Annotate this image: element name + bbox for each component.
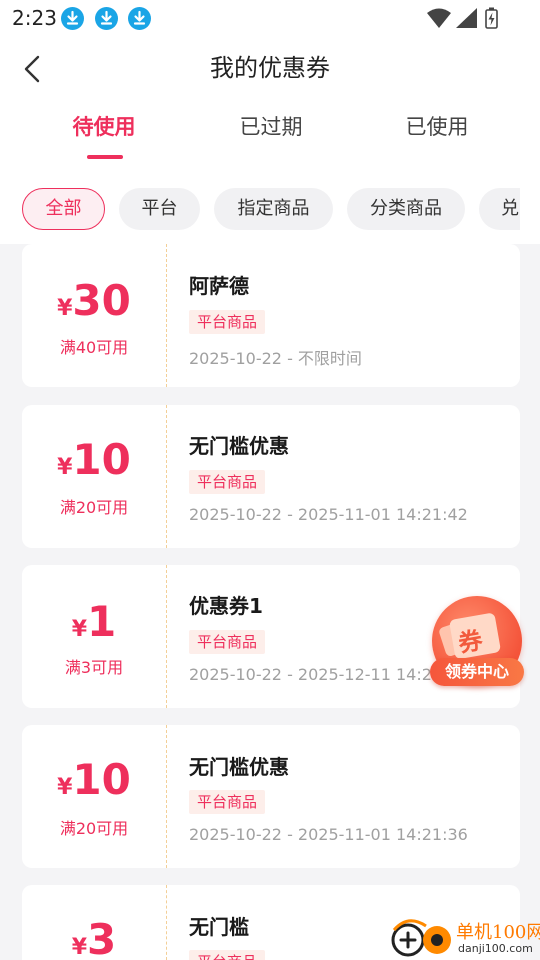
coupon-center-button[interactable]: 券 领券中心 bbox=[428, 596, 526, 692]
tab-used[interactable]: 已使用 bbox=[367, 112, 507, 142]
coupon-amount: ¥30 bbox=[22, 276, 166, 325]
coupon-card[interactable]: ¥10 满20可用 无门槛优惠 平台商品 2025-10-22 - 2025-1… bbox=[22, 405, 520, 548]
coupon-condition: 满3可用 bbox=[64, 658, 124, 677]
filter-chip-all[interactable]: 全部 bbox=[22, 188, 105, 230]
coupon-name: 无门槛 bbox=[189, 915, 249, 939]
dashed-divider bbox=[166, 565, 167, 708]
coupon-validity: 2025-10-22 - 2025-11-01 14:21:36 bbox=[189, 825, 468, 844]
coupon-amount: ¥10 bbox=[22, 755, 166, 804]
coupon-tag: 平台商品 bbox=[189, 470, 266, 494]
coupon-card[interactable]: ¥30 满40可用 阿萨德 平台商品 2025-10-22 - 不限时间 bbox=[22, 244, 520, 387]
battery-icon bbox=[485, 7, 498, 29]
dashed-divider bbox=[166, 244, 167, 387]
status-time: 2:23 bbox=[12, 6, 57, 30]
coupon-center-label: 领券中心 bbox=[430, 658, 524, 686]
coupon-name: 优惠券1 bbox=[189, 594, 263, 618]
coupon-amount-area: ¥10 满20可用 bbox=[22, 725, 166, 868]
coupon-validity: 2025-10-22 - 不限时间 bbox=[189, 349, 362, 368]
coupon-amount-area: ¥10 满20可用 bbox=[22, 405, 166, 548]
coupon-validity: 2025-10-22 - 2025-11-01 14:21:42 bbox=[189, 505, 468, 524]
download-icon bbox=[61, 7, 84, 30]
coupon-condition: 满20可用 bbox=[59, 498, 129, 517]
coupon-amount-area: ¥1 满3可用 bbox=[22, 565, 166, 708]
download-icon bbox=[128, 7, 151, 30]
active-tab-indicator bbox=[87, 155, 123, 159]
amount-value: 3 bbox=[87, 915, 117, 960]
wifi-icon bbox=[427, 8, 451, 28]
coupon-amount-area: ¥30 满40可用 bbox=[22, 244, 166, 387]
coupon-amount: ¥10 bbox=[22, 435, 166, 484]
coupon-tag: 平台商品 bbox=[189, 310, 266, 334]
coupon-amount: ¥3 bbox=[22, 915, 166, 960]
watermark-title: 单机100网 bbox=[456, 922, 540, 943]
tab-pending[interactable]: 待使用 bbox=[34, 112, 174, 142]
tab-expired[interactable]: 已过期 bbox=[201, 112, 341, 142]
coupon-card[interactable]: ¥10 满20可用 无门槛优惠 平台商品 2025-10-22 - 2025-1… bbox=[22, 725, 520, 868]
dashed-divider bbox=[166, 725, 167, 868]
currency-symbol: ¥ bbox=[57, 775, 73, 800]
currency-symbol: ¥ bbox=[57, 455, 73, 480]
coupon-tag: 平台商品 bbox=[189, 790, 266, 814]
currency-symbol: ¥ bbox=[71, 935, 88, 960]
coupon-condition: 满40可用 bbox=[59, 338, 129, 357]
signal-icon bbox=[456, 8, 477, 28]
watermark: 单机100网 danji100.com bbox=[390, 914, 540, 960]
coupon-name: 阿萨德 bbox=[189, 274, 249, 298]
amount-value: 1 bbox=[87, 597, 117, 646]
amount-value: 10 bbox=[72, 755, 131, 804]
status-bar: 2:23 bbox=[0, 0, 540, 36]
coupon-tag: 平台商品 bbox=[189, 950, 266, 960]
download-icon bbox=[95, 7, 118, 30]
system-status-icons bbox=[427, 7, 498, 29]
currency-symbol: ¥ bbox=[71, 617, 88, 642]
coupon-validity: 2025-10-22 - 2025-12-11 14:21:40 bbox=[189, 665, 468, 684]
filter-chip-category-goods[interactable]: 分类商品 bbox=[347, 188, 465, 230]
filter-chip-specific-goods[interactable]: 指定商品 bbox=[214, 188, 333, 230]
dashed-divider bbox=[166, 405, 167, 548]
filter-chip-platform[interactable]: 平台 bbox=[119, 188, 200, 230]
coupon-name: 无门槛优惠 bbox=[189, 434, 289, 458]
coupon-condition: 满20可用 bbox=[59, 819, 129, 838]
coupon-amount-area: ¥3 bbox=[22, 885, 166, 960]
currency-symbol: ¥ bbox=[57, 296, 73, 321]
watermark-logo-icon bbox=[391, 919, 451, 957]
header-area: 2:23 我的优惠券 待使用 已过期 已使用 全部 平台 指定商品 分类商品 兑 bbox=[0, 0, 540, 244]
watermark-url: danji100.com bbox=[458, 942, 533, 955]
amount-value: 10 bbox=[72, 435, 131, 484]
filter-chip-row: 全部 平台 指定商品 分类商品 兑 bbox=[0, 188, 520, 232]
coupon-tag: 平台商品 bbox=[189, 630, 266, 654]
dashed-divider bbox=[166, 885, 167, 960]
filter-chip-redeem[interactable]: 兑 bbox=[479, 188, 520, 230]
coupon-amount: ¥1 bbox=[22, 597, 166, 646]
amount-value: 30 bbox=[72, 276, 131, 325]
coupon-name: 无门槛优惠 bbox=[189, 755, 289, 779]
page-title: 我的优惠券 bbox=[210, 54, 330, 82]
